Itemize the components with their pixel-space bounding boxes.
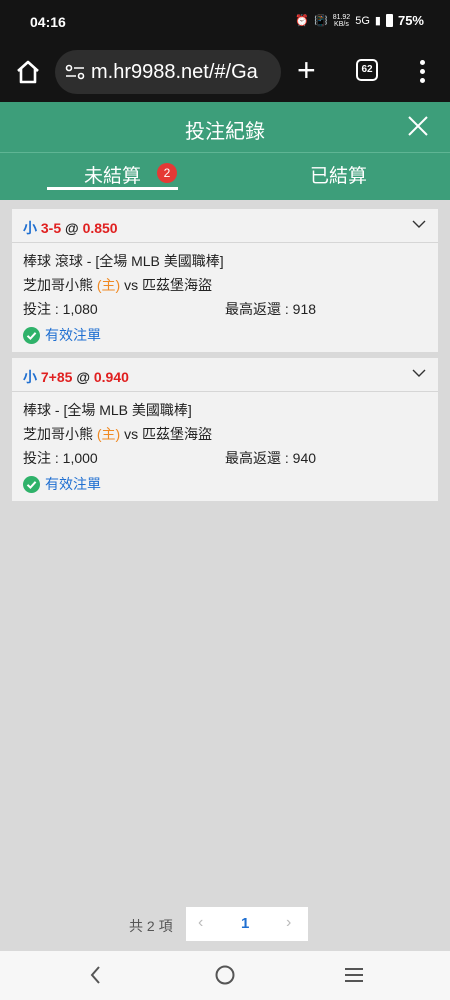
address-bar[interactable]: m.hr9988.net/#/Ga: [55, 50, 281, 94]
network-type: 5G: [355, 14, 370, 27]
battery-icon: [385, 14, 393, 27]
page-header: 投注紀錄: [0, 102, 450, 152]
bet-max-return: 最高返還 : 940: [225, 450, 317, 466]
status-bar: 04:16 ⏰ 📳 81.92 KB/s 5G ▮ 75%: [0, 0, 450, 46]
more-menu-icon[interactable]: [414, 58, 430, 84]
bet-max-return: 最高返還 : 918: [225, 301, 317, 317]
check-circle-icon: [23, 326, 40, 344]
bet-card-header[interactable]: 小 3-5 @ 0.850: [12, 209, 438, 243]
next-page-button[interactable]: ›: [286, 914, 291, 932]
recents-icon[interactable]: [342, 963, 366, 987]
new-tab-button[interactable]: +: [297, 54, 316, 86]
close-icon[interactable]: [406, 114, 430, 138]
status-icons: ⏰ 📳 81.92 KB/s 5G ▮ 75%: [295, 13, 424, 28]
browser-toolbar: m.hr9988.net/#/Ga + 62: [0, 46, 450, 102]
chevron-down-icon[interactable]: [412, 217, 426, 231]
home-icon[interactable]: [14, 58, 42, 86]
bet-market: 棒球 - [全場 MLB 美國職棒]: [23, 402, 192, 418]
bet-card: 小 3-5 @ 0.850 棒球 滾球 - [全場 MLB 美國職棒] 芝加哥小…: [12, 209, 438, 352]
net-speed: 81.92 KB/s: [332, 13, 351, 28]
tab-unsettled[interactable]: 未結算: [84, 161, 141, 188]
check-circle-icon: [23, 475, 40, 493]
bet-status: 有效注單: [23, 472, 427, 496]
bet-amounts: 投注 : 1,080 最高返還 : 918: [23, 299, 427, 323]
status-time: 04:16: [30, 14, 66, 30]
home-circle-icon[interactable]: [213, 963, 237, 987]
tab-settled[interactable]: 已結算: [310, 161, 367, 188]
bet-amounts: 投注 : 1,000 最高返還 : 940: [23, 448, 427, 472]
bet-stake: 投注 : 1,000: [23, 450, 98, 466]
signal-icon: ▮: [374, 15, 381, 27]
bet-status: 有效注單: [23, 323, 427, 347]
active-tab-indicator: [47, 187, 178, 190]
chevron-down-icon[interactable]: [412, 366, 426, 380]
bet-match: 芝加哥小熊 (主) vs 匹茲堡海盜: [23, 426, 212, 442]
total-count: 共 2 項: [129, 918, 173, 934]
bet-card-header[interactable]: 小 7+85 @ 0.940: [12, 358, 438, 392]
bet-match: 芝加哥小熊 (主) vs 匹茲堡海盜: [23, 277, 212, 293]
vibrate-icon: 📳: [313, 15, 328, 27]
bet-market: 棒球 滾球 - [全場 MLB 美國職棒]: [23, 253, 224, 269]
bet-selection: 小 3-5 @ 0.850: [23, 220, 118, 236]
current-page[interactable]: 1: [241, 915, 249, 932]
pagination: 共 2 項 ‹ 1 ›: [0, 907, 450, 941]
page-title: 投注紀錄: [185, 121, 265, 143]
prev-page-button[interactable]: ‹: [198, 914, 203, 932]
battery-level: 75%: [397, 13, 424, 28]
tab-switcher-button[interactable]: 62: [356, 59, 378, 81]
url-text[interactable]: m.hr9988.net/#/Ga: [91, 61, 258, 84]
bet-selection: 小 7+85 @ 0.940: [23, 369, 129, 385]
pager-controls: ‹ 1 ›: [186, 907, 308, 941]
bet-stake: 投注 : 1,080: [23, 301, 98, 317]
unsettled-count-badge: 2: [157, 163, 177, 183]
alarm-icon: ⏰: [295, 15, 309, 27]
site-settings-icon[interactable]: [65, 63, 85, 81]
back-icon[interactable]: [84, 963, 108, 987]
system-nav-bar: [0, 951, 450, 1000]
tab-bar: 未結算 2 已結算: [0, 152, 450, 200]
bet-card: 小 7+85 @ 0.940 棒球 - [全場 MLB 美國職棒] 芝加哥小熊 …: [12, 358, 438, 501]
